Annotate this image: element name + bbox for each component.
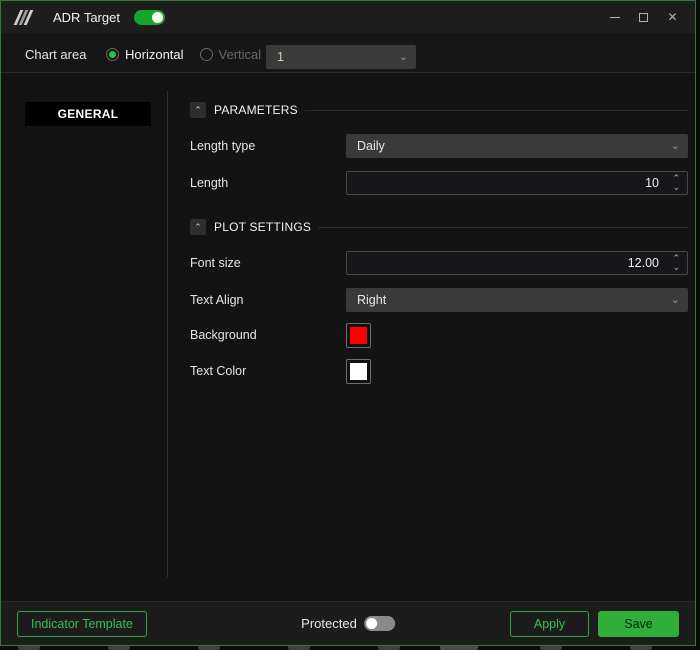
titlebar: ADR Target ✕ — [1, 1, 695, 33]
length-row: Length 10 ⌃ ⌄ — [190, 171, 688, 195]
parameters-section-title: PARAMETERS — [214, 103, 298, 117]
text-align-label: Text Align — [190, 293, 346, 307]
plot-settings-section-title: PLOT SETTINGS — [214, 220, 311, 234]
plot-settings-section-header: ⌃ PLOT SETTINGS — [190, 218, 688, 236]
text-color-row: Text Color — [190, 359, 688, 383]
apply-button[interactable]: Apply — [510, 611, 589, 637]
radio-vertical-icon — [200, 48, 213, 61]
chart-area-label: Chart area — [25, 47, 106, 62]
background-app-artifact — [288, 646, 310, 650]
maximize-icon — [639, 13, 648, 22]
app-logo-icon — [14, 10, 45, 25]
background-row: Background — [190, 323, 688, 347]
settings-body: GENERAL ⌃ PARAMETERS Length type Daily ⌄… — [1, 73, 695, 601]
chevron-down-icon: ⌄ — [671, 134, 680, 158]
minimize-button[interactable] — [600, 1, 629, 33]
indicator-enabled-toggle[interactable] — [134, 10, 165, 25]
background-label: Background — [190, 328, 346, 342]
protected-group: Protected — [301, 616, 395, 631]
background-app-artifact — [630, 646, 652, 650]
chevron-up-icon: ⌃ — [194, 222, 202, 233]
radio-vertical-label: Vertical — [219, 47, 262, 62]
save-button[interactable]: Save — [598, 611, 679, 637]
background-app-artifact — [198, 646, 220, 650]
parameters-section-header: ⌃ PARAMETERS — [190, 101, 688, 119]
length-type-row: Length type Daily ⌄ — [190, 134, 688, 158]
text-color-label: Text Color — [190, 364, 346, 378]
toggle-knob — [152, 12, 163, 23]
text-align-value: Right — [357, 293, 386, 307]
length-label: Length — [190, 176, 346, 190]
chart-area-row: Chart area Horizontal Vertical 1 ⌄ — [1, 33, 695, 73]
chevron-down-icon: ⌄ — [671, 288, 680, 312]
indicator-template-button[interactable]: Indicator Template — [17, 611, 147, 637]
radio-horizontal-label: Horizontal — [125, 47, 184, 62]
toggle-knob — [366, 618, 377, 629]
protected-label: Protected — [301, 616, 357, 631]
section-divider — [305, 110, 688, 111]
background-color-swatch — [350, 327, 367, 344]
close-button[interactable]: ✕ — [658, 1, 687, 33]
length-type-label: Length type — [190, 139, 346, 153]
length-value: 10 — [645, 176, 659, 190]
minimize-icon — [610, 17, 620, 18]
font-size-row: Font size 12.00 ⌃ ⌄ — [190, 251, 688, 275]
chevron-down-icon: ⌄ — [399, 45, 408, 69]
tab-general[interactable]: GENERAL — [25, 102, 151, 126]
sidebar: GENERAL — [1, 73, 167, 126]
background-app-artifact — [440, 646, 478, 650]
background-app-artifact — [108, 646, 130, 650]
protected-toggle[interactable] — [364, 616, 395, 631]
chevron-up-icon: ⌃ — [194, 105, 202, 116]
stepper-down-icon: ⌄ — [672, 263, 680, 272]
section-divider — [318, 227, 688, 228]
window-title: ADR Target — [53, 10, 120, 25]
chart-area-number-select[interactable]: 1 ⌄ — [266, 45, 416, 69]
length-type-select[interactable]: Daily ⌄ — [346, 134, 688, 158]
radio-vertical[interactable]: Vertical — [200, 47, 262, 62]
font-size-stepper[interactable]: ⌃ ⌄ — [672, 254, 680, 272]
length-stepper[interactable]: ⌃ ⌄ — [672, 174, 680, 192]
maximize-button[interactable] — [629, 1, 658, 33]
text-align-row: Text Align Right ⌄ — [190, 288, 688, 312]
footer-bar: Indicator Template Protected Apply Save — [1, 601, 695, 645]
background-app-artifact — [378, 646, 400, 650]
window-controls: ✕ — [600, 1, 687, 33]
indicator-settings-window: ADR Target ✕ Chart area Horizontal Verti… — [0, 0, 696, 646]
parameters-collapse-button[interactable]: ⌃ — [190, 102, 206, 118]
settings-content: ⌃ PARAMETERS Length type Daily ⌄ Length … — [168, 73, 695, 601]
footer-actions: Apply Save — [510, 611, 679, 637]
radio-horizontal-icon — [106, 48, 119, 61]
font-size-label: Font size — [190, 256, 346, 270]
chart-area-number-value: 1 — [277, 50, 284, 64]
background-app-artifact — [18, 646, 40, 650]
close-icon: ✕ — [667, 11, 677, 23]
font-size-input[interactable]: 12.00 ⌃ ⌄ — [346, 251, 688, 275]
text-align-select[interactable]: Right ⌄ — [346, 288, 688, 312]
background-color-picker[interactable] — [346, 323, 371, 348]
font-size-value: 12.00 — [628, 256, 659, 270]
text-color-picker[interactable] — [346, 359, 371, 384]
text-color-swatch — [350, 363, 367, 380]
background-app-artifact — [540, 646, 562, 650]
stepper-down-icon: ⌄ — [672, 183, 680, 192]
length-input[interactable]: 10 ⌃ ⌄ — [346, 171, 688, 195]
length-type-value: Daily — [357, 139, 385, 153]
radio-horizontal[interactable]: Horizontal — [106, 47, 184, 62]
plot-settings-collapse-button[interactable]: ⌃ — [190, 219, 206, 235]
